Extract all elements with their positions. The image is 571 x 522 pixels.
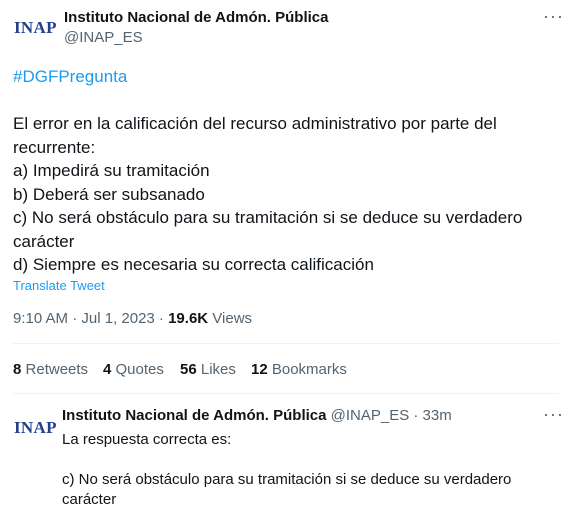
reply-inap-logo[interactable]: INAP bbox=[14, 418, 57, 438]
tweet-line: El error en la calificación del recurso … bbox=[13, 114, 497, 133]
tweet-line: d) Siempre es necesaria su correcta cali… bbox=[13, 255, 374, 274]
divider bbox=[12, 343, 559, 344]
bookmarks-stat[interactable]: 12 Bookmarks bbox=[251, 361, 347, 378]
author-handle[interactable]: @INAP_ES bbox=[64, 29, 143, 46]
quotes-count: 4 bbox=[103, 361, 112, 378]
inap-logo[interactable]: INAP bbox=[14, 18, 57, 38]
reply-line: c) No será obstáculo para su tramitación… bbox=[62, 471, 512, 488]
likes-count: 56 bbox=[180, 361, 197, 378]
tweet-line: b) Deberá ser subsanado bbox=[13, 184, 205, 204]
tweet-line: c) No será obstáculo para su tramitación… bbox=[13, 208, 523, 227]
quotes-stat[interactable]: 4 Quotes bbox=[103, 361, 164, 378]
reply-more-icon[interactable]: ··· bbox=[543, 404, 564, 425]
tweet-meta: 9:10 AM · Jul 1, 2023 · 19.6K Views bbox=[13, 310, 252, 327]
likes-stat[interactable]: 56 Likes bbox=[180, 361, 236, 378]
hashtag-link[interactable]: #DGFPregunta bbox=[13, 65, 127, 89]
timestamp[interactable]: 9:10 AM · Jul 1, 2023 · bbox=[13, 310, 168, 327]
reply-line: carácter bbox=[62, 491, 117, 508]
retweets-label: Retweets bbox=[25, 361, 89, 378]
tweet-line: carácter bbox=[13, 231, 75, 251]
more-icon[interactable]: ··· bbox=[543, 6, 564, 27]
tweet-body: El error en la calificación del recurso … bbox=[13, 112, 563, 277]
views-count[interactable]: 19.6K bbox=[168, 310, 208, 327]
reply-header: Instituto Nacional de Admón. Pública @IN… bbox=[62, 407, 452, 424]
likes-label: Likes bbox=[200, 361, 236, 378]
quotes-label: Quotes bbox=[115, 361, 164, 378]
reply-body: La respuesta correcta es: c) No será obs… bbox=[62, 430, 562, 510]
views-label: Views bbox=[208, 310, 253, 327]
bookmarks-label: Bookmarks bbox=[271, 361, 347, 378]
reply-author-name[interactable]: Instituto Nacional de Admón. Pública bbox=[62, 407, 326, 424]
reply-handle-time[interactable]: @INAP_ES · 33m bbox=[331, 407, 452, 424]
tweet-line: recurrente: bbox=[13, 137, 96, 157]
retweets-stat[interactable]: 8 Retweets bbox=[13, 361, 88, 378]
author-name[interactable]: Instituto Nacional de Admón. Pública bbox=[64, 9, 328, 26]
divider bbox=[12, 393, 559, 394]
reply-line: La respuesta correcta es: bbox=[62, 431, 232, 448]
translate-tweet-link[interactable]: Translate Tweet bbox=[13, 278, 105, 293]
tweet-line: a) Impedirá su tramitación bbox=[13, 161, 210, 180]
retweets-count: 8 bbox=[13, 361, 22, 378]
bookmarks-count: 12 bbox=[251, 361, 268, 378]
